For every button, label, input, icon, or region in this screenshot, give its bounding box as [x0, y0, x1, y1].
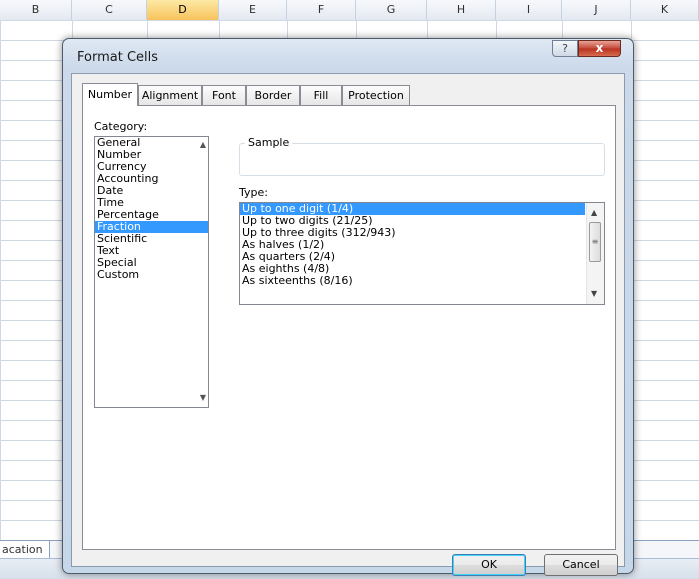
scroll-up-arrow-icon[interactable]: ▲ — [591, 208, 597, 217]
help-button[interactable]: ? — [552, 40, 578, 57]
cancel-button[interactable]: Cancel — [544, 554, 618, 576]
close-icon: x — [595, 41, 604, 55]
column-header-d[interactable]: D — [147, 0, 219, 20]
column-headers: B C D E F G H I J K — [0, 0, 699, 21]
scroll-up-arrow-icon[interactable]: ▲ — [200, 140, 206, 149]
scroll-down-arrow-icon[interactable]: ▼ — [591, 289, 597, 298]
number-tab-panel: Category: General Number Currency Accoun… — [82, 105, 616, 550]
help-icon: ? — [562, 42, 568, 55]
type-list[interactable]: Up to one digit (1/4) Up to two digits (… — [239, 202, 605, 305]
column-header-g[interactable]: G — [356, 0, 427, 20]
type-label: Type: — [239, 186, 268, 199]
format-cells-dialog: Format Cells ? x Number Alignment Font B… — [62, 38, 634, 576]
column-header-b[interactable]: B — [0, 0, 72, 20]
scroll-thumb-grip-icon: ≡ — [591, 237, 599, 246]
column-header-i[interactable]: I — [496, 0, 562, 20]
column-header-j[interactable]: J — [562, 0, 631, 20]
scroll-thumb[interactable]: ≡ — [589, 222, 601, 262]
category-list[interactable]: General Number Currency Accounting Date … — [94, 136, 209, 408]
category-label: Category: — [94, 120, 148, 133]
dialog-title: Format Cells — [77, 50, 159, 65]
tab-font[interactable]: Font — [202, 85, 246, 105]
tab-protection[interactable]: Protection — [342, 85, 410, 105]
column-header-f[interactable]: F — [287, 0, 356, 20]
scroll-down-arrow-icon[interactable]: ▼ — [200, 393, 206, 402]
type-item[interactable]: As sixteenths (8/16) — [240, 275, 585, 287]
column-header-e[interactable]: E — [219, 0, 287, 20]
column-header-h[interactable]: H — [427, 0, 496, 20]
column-header-c[interactable]: C — [72, 0, 147, 20]
sample-label: Sample — [245, 136, 293, 149]
close-button[interactable]: x — [578, 40, 621, 57]
dialog-client-area: Number Alignment Font Border Fill Protec… — [71, 73, 625, 576]
tab-fill[interactable]: Fill — [300, 85, 342, 105]
tab-alignment[interactable]: Alignment — [138, 85, 202, 105]
type-scrollbar[interactable]: ▲ ≡ ▼ — [586, 203, 604, 304]
tab-border[interactable]: Border — [246, 85, 300, 105]
ok-button[interactable]: OK — [452, 554, 526, 576]
category-item[interactable]: Custom — [95, 269, 208, 281]
sheet-tab[interactable]: acation — [0, 541, 50, 559]
column-header-k[interactable]: K — [631, 0, 699, 20]
tab-number[interactable]: Number — [82, 83, 138, 106]
sample-box — [239, 143, 605, 176]
